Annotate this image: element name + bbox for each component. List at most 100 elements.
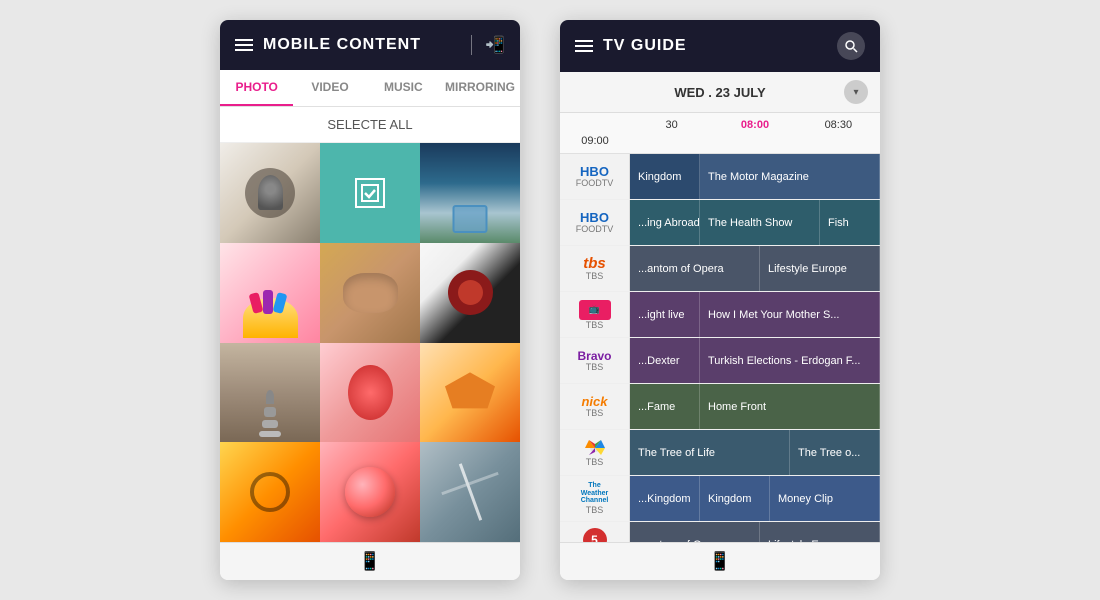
guide-row-bravo1: 📺 TBS ...ight live How I Met Your Mother… bbox=[560, 292, 880, 338]
channel-bravo1-sub: TBS bbox=[586, 320, 604, 330]
program-lifestyle-europe[interactable]: Lifestyle Europe bbox=[760, 246, 880, 291]
time-slot-current: 08:00 bbox=[713, 117, 796, 133]
programs-hbo2: ...ing Abroad The Health Show Fish bbox=[630, 200, 880, 245]
programs-bravo2: ...Dexter Turkish Elections - Erdogan F.… bbox=[630, 338, 880, 383]
guide-content: HBO FOODTV Kingdom The Motor Magazine HB… bbox=[560, 154, 880, 542]
photo-cell-10[interactable] bbox=[220, 442, 320, 542]
program-lifestyle-europe2[interactable]: Lifestyle Europe bbox=[760, 522, 880, 542]
time-slot-2: 08:30 bbox=[797, 117, 880, 133]
program-fame[interactable]: ...Fame bbox=[630, 384, 700, 429]
photo-cell-11[interactable] bbox=[320, 442, 420, 542]
tv-guide-panel: TV GUIDE WED . 23 JULY ▾ 30 08:00 08:30 … bbox=[560, 20, 880, 580]
search-icon[interactable] bbox=[837, 32, 865, 60]
programs-ch5: ...antom of Opera Lifestyle Europe bbox=[630, 522, 880, 542]
photo-cell-7[interactable] bbox=[220, 343, 320, 443]
tab-video[interactable]: VIDEO bbox=[293, 70, 366, 106]
guide-row-hbo1: HBO FOODTV Kingdom The Motor Magazine bbox=[560, 154, 880, 200]
tabs-bar: PHOTO VIDEO MUSIC MIRRORING bbox=[220, 70, 520, 107]
selected-check-icon bbox=[355, 178, 385, 208]
tv-phone-icon-bottom: 📱 bbox=[709, 551, 731, 572]
programs-nbc: The Tree of Life The Tree o... bbox=[630, 430, 880, 475]
program-money-clip[interactable]: Money Clip bbox=[770, 476, 880, 521]
program-fish[interactable]: Fish bbox=[820, 200, 880, 245]
tv-app-title: TV GUIDE bbox=[603, 37, 687, 55]
program-phantom-opera2[interactable]: ...antom of Opera bbox=[630, 522, 760, 542]
guide-row-weather: TheWeatherChannel TBS ...Kingdom Kingdom… bbox=[560, 476, 880, 522]
photo-cell-2-selected[interactable] bbox=[320, 143, 420, 243]
channel-tbs1-sub: TBS bbox=[586, 271, 604, 281]
photo-cell-1[interactable] bbox=[220, 143, 320, 243]
select-all-bar[interactable]: SELECTE ALL bbox=[220, 107, 520, 143]
tv-header: TV GUIDE bbox=[560, 20, 880, 72]
mobile-header: MOBILE CONTENT 📲 bbox=[220, 20, 520, 70]
photo-cell-9[interactable] bbox=[420, 343, 520, 443]
program-tree-of-life2[interactable]: The Tree o... bbox=[790, 430, 880, 475]
photo-cell-5[interactable] bbox=[320, 243, 420, 343]
header-left: MOBILE CONTENT bbox=[235, 36, 421, 54]
program-phantom-opera[interactable]: ...antom of Opera bbox=[630, 246, 760, 291]
date-text: WED . 23 JULY bbox=[596, 85, 844, 100]
programs-nick: ...Fame Home Front bbox=[630, 384, 880, 429]
program-dexter[interactable]: ...Dexter bbox=[630, 338, 700, 383]
phone-icon-bottom: 📱 bbox=[359, 551, 381, 572]
photo-grid bbox=[220, 143, 520, 542]
tv-header-left: TV GUIDE bbox=[575, 37, 687, 55]
programs-weather: ...Kingdom Kingdom Money Clip bbox=[630, 476, 880, 521]
program-turkish-elections[interactable]: Turkish Elections - Erdogan F... bbox=[700, 338, 880, 383]
channel-hbo1: HBO FOODTV bbox=[560, 154, 630, 199]
photo-cell-4[interactable] bbox=[220, 243, 320, 343]
hamburger-icon[interactable] bbox=[235, 39, 253, 51]
tv-bottom-bar: 📱 bbox=[560, 542, 880, 580]
guide-row-tbs1: tbs TBS ...antom of Opera Lifestyle Euro… bbox=[560, 246, 880, 292]
date-bar: WED . 23 JULY ▾ bbox=[560, 72, 880, 113]
tv-hamburger-icon[interactable] bbox=[575, 40, 593, 52]
header-divider bbox=[471, 35, 472, 55]
channel-hbo1-sub: FOODTV bbox=[576, 178, 614, 188]
guide-row-ch5: 5 TBS ...antom of Opera Lifestyle Europe bbox=[560, 522, 880, 542]
program-health-show[interactable]: The Health Show bbox=[700, 200, 820, 245]
program-kingdom[interactable]: Kingdom bbox=[630, 154, 700, 199]
program-kingdom2[interactable]: ...Kingdom bbox=[630, 476, 700, 521]
programs-tbs1: ...antom of Opera Lifestyle Europe bbox=[630, 246, 880, 291]
header-icons: 📲 bbox=[463, 35, 505, 55]
photo-cell-8[interactable] bbox=[320, 343, 420, 443]
channel-tbs1: tbs TBS bbox=[560, 246, 630, 291]
channel-hbo1-logo: HBO bbox=[580, 165, 609, 178]
guide-row-nick: nick TBS ...Fame Home Front bbox=[560, 384, 880, 430]
program-night-live[interactable]: ...ight live bbox=[630, 292, 700, 337]
photo-cell-6[interactable] bbox=[420, 243, 520, 343]
channel-bravo2-logo: Bravo bbox=[577, 350, 611, 362]
program-tree-of-life[interactable]: The Tree of Life bbox=[630, 430, 790, 475]
tab-music[interactable]: MUSIC bbox=[367, 70, 440, 106]
programs-bravo1: ...ight live How I Met Your Mother S... bbox=[630, 292, 880, 337]
photo-cell-12[interactable] bbox=[420, 442, 520, 542]
mobile-content-panel: MOBILE CONTENT 📲 PHOTO VIDEO MUSIC MIRRO… bbox=[220, 20, 520, 580]
channel-nick: nick TBS bbox=[560, 384, 630, 429]
channel-hbo2-sub: FOODTV bbox=[576, 224, 614, 234]
channel-weather-sub: TBS bbox=[586, 505, 604, 515]
channel-ch5: 5 TBS bbox=[560, 522, 630, 542]
app-title: MOBILE CONTENT bbox=[263, 36, 421, 54]
screens-container: MOBILE CONTENT 📲 PHOTO VIDEO MUSIC MIRRO… bbox=[220, 20, 880, 580]
channel-tbs1-logo: tbs bbox=[583, 256, 606, 271]
channel-bravo1: 📺 TBS bbox=[560, 292, 630, 337]
photo-cell-3[interactable] bbox=[420, 143, 520, 243]
date-dropdown-button[interactable]: ▾ bbox=[844, 80, 868, 104]
tab-photo[interactable]: PHOTO bbox=[220, 70, 293, 106]
program-motor-magazine[interactable]: The Motor Magazine bbox=[700, 154, 880, 199]
program-how-met[interactable]: How I Met Your Mother S... bbox=[700, 292, 880, 337]
channel-nbc: TBS bbox=[560, 430, 630, 475]
guide-row-hbo2: HBO FOODTV ...ing Abroad The Health Show… bbox=[560, 200, 880, 246]
channel-bravo2-sub: TBS bbox=[586, 362, 604, 372]
time-slot-3: 09:00 bbox=[560, 133, 630, 149]
device-cast-icon: 📲 bbox=[485, 35, 505, 55]
time-header: 30 08:00 08:30 09:00 bbox=[560, 113, 880, 154]
program-kingdom3[interactable]: Kingdom bbox=[700, 476, 770, 521]
program-abroad[interactable]: ...ing Abroad bbox=[630, 200, 700, 245]
tab-mirroring[interactable]: MIRRORING bbox=[440, 70, 520, 106]
channel-nbc-sub: TBS bbox=[586, 457, 604, 467]
guide-row-nbc: TBS The Tree of Life The Tree o... bbox=[560, 430, 880, 476]
program-home-front[interactable]: Home Front bbox=[700, 384, 880, 429]
bottom-bar: 📱 bbox=[220, 542, 520, 580]
channel-bravo2: Bravo TBS bbox=[560, 338, 630, 383]
